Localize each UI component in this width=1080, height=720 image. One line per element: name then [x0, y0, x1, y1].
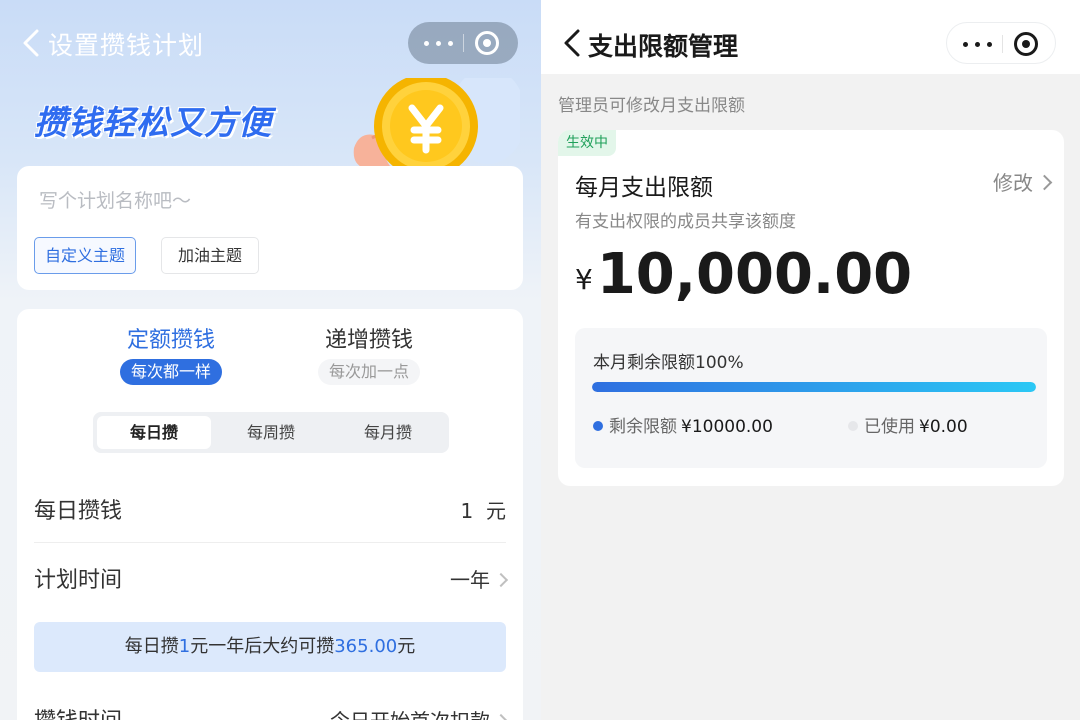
- tab-daily[interactable]: 每日攒: [97, 416, 211, 449]
- more-dots-icon[interactable]: [424, 41, 454, 46]
- mode-increasing-subtitle: 每次加一点: [317, 359, 420, 385]
- saving-time-row[interactable]: 攒钱时间 今日开始首次扣款: [34, 685, 509, 720]
- plan-duration-value-wrap: 一年: [450, 564, 509, 593]
- capsule-divider: [463, 34, 464, 52]
- back-arrow-icon[interactable]: [561, 28, 585, 58]
- plan-name-input[interactable]: 写个计划名称吧～: [39, 186, 191, 213]
- legend-dot: [848, 421, 858, 431]
- close-circle-icon[interactable]: [1014, 32, 1038, 56]
- hint-amount: 1: [178, 636, 191, 657]
- more-dots-icon[interactable]: [963, 42, 993, 47]
- tab-monthly[interactable]: 每月攒: [331, 416, 445, 449]
- coin-illustration: [350, 68, 526, 178]
- limit-title: 每月支出限额: [575, 175, 713, 201]
- mode-increasing-title: 递增攒钱: [324, 328, 413, 353]
- mini-program-capsule: [946, 22, 1056, 64]
- hint-middle: 元一年后大约可攒: [190, 636, 335, 657]
- banner-headline: 攒钱轻松又方便: [34, 103, 272, 142]
- theme-custom-button[interactable]: 自定义主题: [34, 237, 137, 274]
- edit-limit-label: 修改: [993, 171, 1033, 195]
- saving-time-label: 攒钱时间: [34, 703, 122, 720]
- admin-note: 管理员可修改月支出限额: [558, 96, 745, 116]
- legend-dot: [593, 421, 603, 431]
- page-title: 设置攒钱计划: [48, 31, 205, 60]
- spending-limit-screen: 支出限额管理 管理员可修改月支出限额 生效中 每月支出限额 修改 有支出权限的成…: [541, 0, 1080, 720]
- currency-symbol: ¥: [575, 263, 593, 296]
- hint-suffix: 元: [397, 636, 416, 657]
- remaining-limit-label: 本月剩余限额100%: [593, 353, 744, 373]
- page-title: 支出限额管理: [588, 32, 739, 61]
- plan-duration-value: 一年: [450, 568, 490, 592]
- limit-amount-value: 10,000.00: [596, 242, 913, 307]
- capsule-divider: [1002, 35, 1003, 53]
- plan-duration-row[interactable]: 计划时间 一年: [34, 544, 509, 612]
- limit-amount: ¥10,000.00: [575, 242, 912, 307]
- mode-fixed-title: 定额攒钱: [126, 328, 215, 353]
- divider: [34, 542, 506, 543]
- savings-estimate-banner: 每日攒1元一年后大约可攒365.00元: [34, 622, 506, 672]
- chevron-right-icon: [1036, 174, 1053, 191]
- hint-total: 365.00: [334, 636, 398, 657]
- saving-time-value-wrap: 今日开始首次扣款: [330, 705, 509, 720]
- back-arrow-icon[interactable]: [20, 28, 44, 58]
- legend-used-label: 已使用: [864, 417, 915, 437]
- legend-used-amount: ¥0.00: [919, 417, 968, 437]
- edit-limit-button[interactable]: 修改: [993, 167, 1053, 196]
- daily-amount-value: 1 元: [460, 499, 506, 523]
- tab-weekly[interactable]: 每周攒: [214, 416, 328, 449]
- legend-remaining-label: 剩余限额: [609, 417, 677, 437]
- plan-settings-card: 定额攒钱 每次都一样 递增攒钱 每次加一点 每日攒 每周攒 每月攒 每日攒钱 1…: [17, 309, 523, 720]
- limit-subtitle: 有支出权限的成员共享该额度: [575, 212, 796, 232]
- legend-used: 已使用 ¥0.00: [848, 412, 968, 437]
- mode-fixed[interactable]: 定额攒钱 每次都一样: [96, 325, 246, 385]
- remaining-progress-fill: [592, 382, 1036, 392]
- legend-remaining: 剩余限额 ¥10000.00: [593, 412, 773, 437]
- frequency-segmented-control: 每日攒 每周攒 每月攒: [93, 412, 449, 453]
- theme-cheer-button[interactable]: 加油主题: [161, 237, 260, 274]
- status-badge: 生效中: [558, 130, 616, 156]
- saving-time-value: 今日开始首次扣款: [330, 709, 490, 720]
- daily-amount-row[interactable]: 每日攒钱 1 元: [34, 475, 506, 543]
- mode-fixed-subtitle: 每次都一样: [119, 359, 222, 385]
- savings-plan-screen: 设置攒钱计划 攒钱轻松又方便 写个计划名称吧～ 自定义主题 加油主题 定额攒钱 …: [0, 0, 541, 720]
- monthly-limit-card: 生效中 每月支出限额 修改 有支出权限的成员共享该额度 ¥10,000.00 本…: [558, 130, 1064, 486]
- close-circle-icon[interactable]: [475, 31, 499, 55]
- hint-prefix: 每日攒: [124, 636, 179, 657]
- mini-program-capsule: [408, 22, 518, 64]
- nav-bar: 设置攒钱计划: [0, 0, 541, 88]
- mode-increasing[interactable]: 递增攒钱 每次加一点: [294, 325, 444, 385]
- remaining-limit-panel: 本月剩余限额100% 剩余限额 ¥10000.00 已使用 ¥0.00: [575, 328, 1047, 468]
- plan-duration-label: 计划时间: [34, 568, 123, 593]
- chevron-right-icon: [493, 572, 509, 588]
- daily-amount-label: 每日攒钱: [34, 499, 123, 524]
- chevron-right-icon: [493, 713, 509, 720]
- legend-remaining-amount: ¥10000.00: [681, 417, 773, 437]
- plan-name-card: 写个计划名称吧～ 自定义主题 加油主题: [17, 166, 523, 290]
- remaining-progress-bar: [592, 382, 1036, 392]
